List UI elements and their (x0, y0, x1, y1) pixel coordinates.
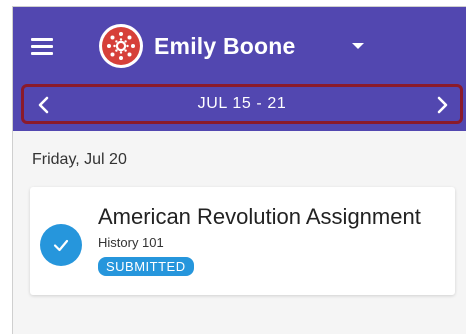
chevron-right-icon[interactable] (432, 94, 452, 116)
avatar[interactable] (99, 24, 143, 68)
week-navigator: JUL 15 - 21 (21, 84, 463, 124)
course-name: History 101 (98, 235, 164, 250)
week-range-label: JUL 15 - 21 (197, 95, 287, 112)
caret-down-icon[interactable] (346, 38, 370, 54)
hamburger-menu-icon[interactable] (31, 38, 55, 56)
user-name[interactable]: Emily Boone (154, 33, 296, 60)
canvas-logo-icon (102, 27, 140, 65)
day-heading: Friday, Jul 20 (32, 151, 127, 168)
status-badge: SUBMITTED (98, 257, 194, 276)
app-bar: Emily Boone JUL 15 - 21 (13, 7, 466, 131)
checkmark-circle-icon (40, 224, 82, 266)
app-screen: Emily Boone JUL 15 - 21 Friday, Jul 20 A… (12, 6, 466, 334)
assignment-title: American Revolution Assignment (98, 204, 421, 229)
assignment-card[interactable]: American Revolution Assignment History 1… (30, 187, 455, 295)
